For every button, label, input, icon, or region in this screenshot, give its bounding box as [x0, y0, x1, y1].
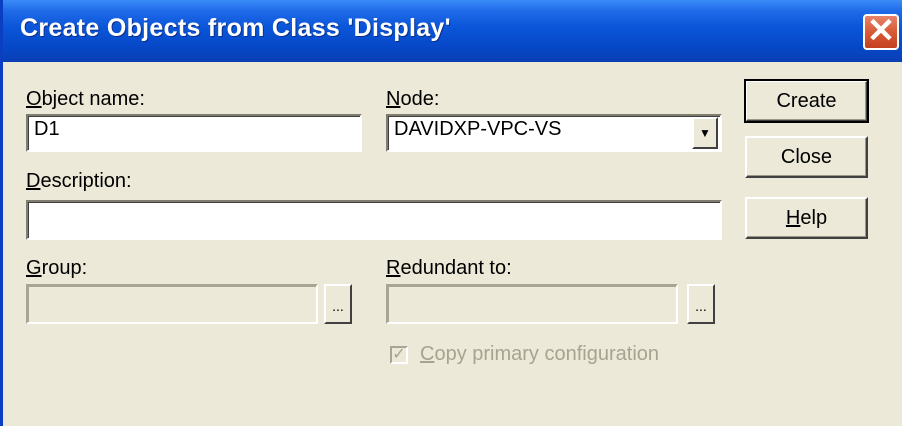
node-label-text: ode:	[400, 88, 440, 110]
group-browse-button[interactable]: ...	[324, 284, 352, 324]
group-label: Group:	[26, 257, 87, 280]
redundant-to-input	[386, 284, 678, 324]
group-label-accel: G	[26, 257, 42, 279]
dialog-title: Create Objects from Class 'Display'	[20, 14, 451, 42]
create-button[interactable]: Create	[744, 79, 869, 123]
object-name-label: Object name:	[26, 88, 145, 111]
node-select[interactable]: DAVIDXP-VPC-VS	[386, 114, 722, 152]
chevron-down-icon[interactable]: ▼	[692, 117, 718, 149]
redundant-to-browse-button[interactable]: ...	[687, 284, 715, 324]
close-button[interactable]: Close	[745, 136, 868, 178]
description-label-text: escription:	[40, 170, 132, 192]
description-label: Description:	[26, 170, 132, 193]
redundant-to-label-accel: R	[386, 257, 401, 279]
title-bar[interactable]: Create Objects from Class 'Display' ✕	[3, 0, 902, 62]
node-label: Node:	[386, 88, 439, 111]
redundant-to-label-text: edundant to:	[400, 257, 512, 279]
help-button[interactable]: Help	[745, 197, 868, 239]
copy-primary-label-accel: C	[420, 343, 435, 365]
redundant-to-label: Redundant to:	[386, 257, 512, 280]
copy-primary-checkbox: ✓	[390, 346, 408, 364]
group-label-text: roup:	[41, 257, 88, 279]
help-button-text: elp	[800, 207, 828, 229]
close-icon[interactable]: ✕	[863, 14, 899, 50]
description-label-accel: D	[26, 170, 41, 192]
copy-primary-label-text: opy primary configuration	[434, 343, 660, 365]
group-input	[26, 284, 318, 324]
node-label-accel: N	[386, 88, 401, 110]
create-objects-dialog: Create Objects from Class 'Display' ✕ Ob…	[0, 0, 902, 426]
node-select-value: DAVIDXP-VPC-VS	[394, 118, 562, 140]
help-button-accel: H	[785, 207, 801, 229]
copy-primary-label: Copy primary configuration	[420, 343, 659, 366]
check-icon: ✓	[392, 346, 406, 363]
object-name-label-text: bject name:	[41, 88, 145, 110]
close-glyph: ✕	[866, 12, 896, 50]
object-name-label-accel: O	[26, 88, 42, 110]
description-input[interactable]	[26, 200, 722, 240]
object-name-input[interactable]: D1	[26, 114, 362, 152]
